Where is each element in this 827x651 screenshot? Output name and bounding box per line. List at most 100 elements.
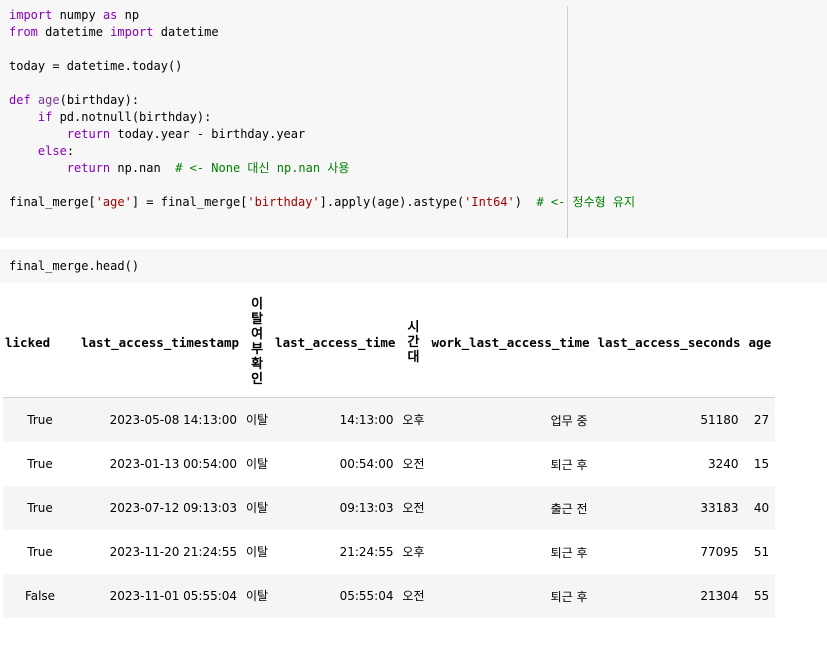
cell-timestamp: 2023-11-01 05:55:04 bbox=[77, 574, 244, 618]
cell-seconds: 51180 bbox=[593, 397, 745, 442]
column-header-churn-check: 이탈여부확인 bbox=[243, 287, 272, 398]
cell-seconds: 3240 bbox=[707, 457, 739, 471]
cell-age: 55 bbox=[744, 574, 776, 618]
cell-timestamp: 2023-11-20 21:24:55 bbox=[109, 545, 238, 559]
cell-age: 27 bbox=[744, 397, 776, 442]
cell-time: 14:13:00 bbox=[271, 397, 400, 442]
cell-period: 오후 bbox=[399, 397, 428, 442]
cell-churn: 이탈 bbox=[246, 544, 269, 559]
keyword: as bbox=[102, 8, 118, 22]
table-row: True 2023-11-20 21:24:55 이탈 21:24:55 오후 … bbox=[3, 530, 775, 574]
cell-churn: 이탈 bbox=[243, 574, 272, 618]
comment: # <- 정수형 유지 bbox=[536, 195, 635, 209]
dataframe-output-table: licked last_access_timestamp 이탈여부확인 last… bbox=[3, 287, 776, 618]
code-text: numpy bbox=[52, 8, 103, 22]
code-text: np.nan bbox=[110, 161, 176, 175]
code-cell-head[interactable]: final_merge.head() bbox=[0, 249, 827, 283]
code-line-7: if pd.notnull(birthday): bbox=[9, 109, 211, 126]
cell-period: 오후 bbox=[402, 544, 425, 559]
code-line-2: from datetime import datetime bbox=[9, 24, 219, 41]
column-header-last-access-timestamp: last_access_timestamp bbox=[77, 287, 244, 398]
code-cell-age-function[interactable]: import numpy as np from datetime import … bbox=[0, 0, 827, 238]
comment: # <- None 대신 np.nan 사용 bbox=[175, 161, 350, 175]
cell-clicked: True bbox=[27, 457, 53, 471]
string: 'birthday' bbox=[247, 195, 320, 209]
cell-period: 오전 bbox=[402, 456, 425, 471]
column-header-work-last-access-time: work_last_access_time bbox=[427, 287, 594, 398]
cell-clicked: True bbox=[3, 486, 77, 530]
code-line-9: else: bbox=[9, 143, 74, 160]
code-line-12: final_merge['age'] = final_merge['birthd… bbox=[9, 194, 635, 211]
code-text: : bbox=[66, 144, 75, 158]
cell-work-time: 퇴근 후 bbox=[550, 457, 588, 472]
code-line-6: def age(birthday): bbox=[9, 92, 139, 109]
cell-clicked: True bbox=[27, 545, 53, 559]
cell-work-time: 퇴근 후 bbox=[550, 545, 588, 560]
keyword: return bbox=[66, 127, 111, 141]
table-row: True 2023-01-13 00:54:00 이탈 00:54:00 오전 … bbox=[3, 442, 775, 486]
cell-age: 15 bbox=[753, 457, 770, 471]
cell-work-time: 업무 중 bbox=[427, 397, 594, 442]
column-header-last-access-seconds: last_access_seconds bbox=[593, 287, 745, 398]
table-header-row: licked last_access_timestamp 이탈여부확인 last… bbox=[3, 287, 776, 398]
code-text: ].apply(age).astype( bbox=[319, 195, 465, 209]
keyword: def bbox=[9, 93, 31, 107]
cell-seconds: 33183 bbox=[593, 486, 745, 530]
table-row: True 2023-07-12 09:13:03 이탈 09:13:03 오전 … bbox=[3, 486, 776, 530]
cell-seconds: 77095 bbox=[700, 545, 739, 559]
code-text: datetime bbox=[37, 25, 111, 39]
keyword: return bbox=[66, 161, 111, 175]
column-header-age: age bbox=[744, 287, 776, 398]
string: 'Int64' bbox=[464, 195, 515, 209]
cell-time: 05:55:04 bbox=[271, 574, 400, 618]
cell-churn: 이탈 bbox=[243, 486, 272, 530]
cell-work-time: 퇴근 후 bbox=[427, 574, 594, 618]
code-line-10: return np.nan # <- None 대신 np.nan 사용 bbox=[9, 160, 350, 177]
cell-period: 오전 bbox=[399, 486, 428, 530]
cell-age: 51 bbox=[753, 545, 770, 559]
cell-seconds: 21304 bbox=[593, 574, 745, 618]
code-line-1: import numpy as np bbox=[9, 7, 139, 24]
function-name: age bbox=[37, 93, 60, 107]
column-header-clicked: licked bbox=[3, 287, 77, 398]
cell-age: 40 bbox=[744, 486, 776, 530]
keyword: import bbox=[110, 25, 154, 39]
code-text: datetime bbox=[153, 25, 219, 39]
table-row: False 2023-11-01 05:55:04 이탈 05:55:04 오전… bbox=[3, 574, 776, 618]
cell-time: 09:13:03 bbox=[271, 486, 400, 530]
cell-churn: 이탈 bbox=[243, 397, 272, 442]
cell-churn: 이탈 bbox=[246, 456, 269, 471]
cell-work-time: 출근 전 bbox=[427, 486, 594, 530]
code-text: np bbox=[117, 8, 140, 22]
cell-period: 오전 bbox=[399, 574, 428, 618]
code-line-8: return today.year - birthday.year bbox=[9, 126, 305, 143]
code-text: today.year - birthday.year bbox=[110, 127, 306, 141]
column-header-time-period: 시간대 bbox=[399, 287, 428, 398]
code-text: ] = final_merge[ bbox=[131, 195, 248, 209]
column-header-last-access-time: last_access_time bbox=[271, 287, 400, 398]
cell-timestamp: 2023-01-13 00:54:00 bbox=[109, 457, 238, 471]
code-text: ) bbox=[514, 195, 537, 209]
cell-time: 21:24:55 bbox=[339, 545, 394, 559]
keyword: else bbox=[37, 144, 67, 158]
keyword: if bbox=[37, 110, 53, 124]
cell-timestamp: 2023-07-12 09:13:03 bbox=[77, 486, 244, 530]
code-text: pd.notnull(birthday): bbox=[52, 110, 212, 124]
code-line-head: final_merge.head() bbox=[9, 259, 140, 273]
code-line-4: today = datetime.today() bbox=[9, 58, 182, 75]
keyword: from bbox=[9, 25, 38, 39]
cell-clicked: False bbox=[3, 574, 77, 618]
cell-time: 00:54:00 bbox=[339, 457, 394, 471]
string: 'age' bbox=[95, 195, 132, 209]
cell-clicked: True bbox=[3, 397, 77, 442]
table-row: True 2023-05-08 14:13:00 이탈 14:13:00 오후 … bbox=[3, 397, 776, 442]
code-text: today = datetime.today() bbox=[9, 59, 183, 73]
keyword: import bbox=[9, 8, 53, 22]
code-text: (birthday): bbox=[59, 93, 140, 107]
code-text: final_merge[ bbox=[9, 195, 96, 209]
